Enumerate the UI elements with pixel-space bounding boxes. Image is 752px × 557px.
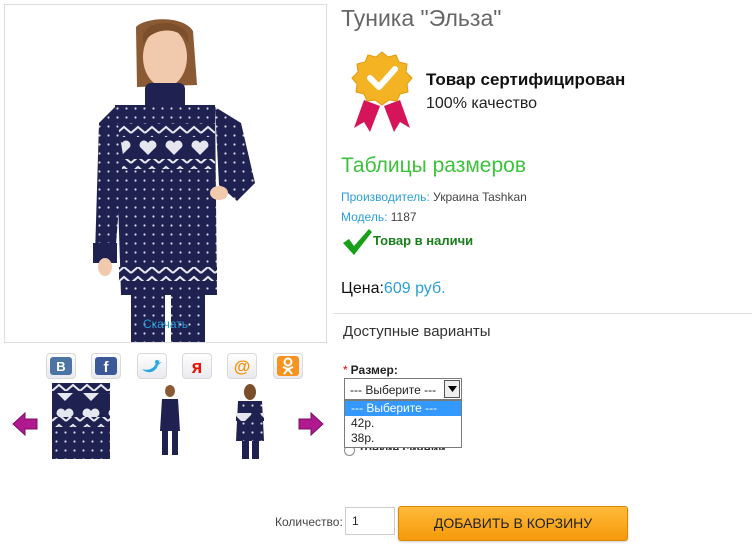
facebook-icon: f (95, 357, 117, 375)
in-stock-checkmark-icon (343, 229, 372, 255)
download-link[interactable]: Скачать (5, 317, 326, 331)
size-option[interactable]: 38р. (345, 431, 461, 446)
size-label: * Размер: (343, 363, 398, 377)
quantity-label: Количество: (275, 515, 343, 529)
mail-ru-icon: @ (234, 357, 251, 376)
thumbnail-2[interactable] (150, 383, 190, 459)
model-line: Модель: 1187 (341, 210, 417, 224)
vk-icon: В (50, 357, 72, 375)
size-dropdown-list: --- Выберите --- 42р. 38р. (344, 400, 462, 448)
model-label: Модель: (341, 210, 388, 224)
girl-in-sweater-photo (93, 19, 255, 342)
facebook-share-button[interactable]: f (91, 353, 121, 379)
dropdown-arrow-icon (447, 386, 457, 392)
certificate-subtitle: 100% качество (426, 95, 538, 112)
size-table-link[interactable]: Таблицы размеров (341, 154, 526, 178)
required-mark: * (343, 363, 348, 377)
girl-full-length-thumbnail (150, 383, 190, 459)
sweater-pattern-thumbnail (52, 383, 110, 459)
size-option[interactable]: 42р. (345, 416, 461, 431)
product-title: Туника "Эльза" (341, 5, 502, 31)
manufacturer-line: Производитель: Украина Tashkan (341, 190, 527, 204)
thumbnail-prev-arrow-icon[interactable] (12, 411, 38, 437)
thumbnail-1[interactable] (52, 383, 110, 459)
quantity-input[interactable] (345, 507, 395, 535)
divider (333, 313, 752, 314)
add-to-cart-button[interactable]: ДОБАВИТЬ В КОРЗИНУ (398, 506, 628, 541)
model-value: 1187 (390, 210, 417, 224)
odnoklassniki-icon (277, 356, 299, 376)
size-option[interactable]: --- Выберите --- (345, 401, 461, 416)
thumbnail-next-arrow-icon[interactable] (298, 411, 324, 437)
variants-heading: Доступные варианты (343, 323, 491, 340)
stock-status: Товар в наличи (373, 233, 474, 248)
size-label-text: Размер: (350, 363, 398, 377)
odnoklassniki-share-button[interactable] (273, 353, 303, 379)
vk-share-button[interactable]: В (46, 353, 76, 379)
manufacturer-label[interactable]: Производитель: (341, 190, 430, 204)
price-value: 609 руб. (383, 280, 446, 297)
svg-text:@: @ (234, 357, 251, 376)
yandex-share-button[interactable]: я (182, 353, 212, 379)
select-arrow-button[interactable] (444, 380, 460, 398)
thumbnail-3[interactable] (230, 383, 270, 459)
certified-badge-icon (351, 51, 413, 132)
twitter-share-button[interactable] (137, 353, 167, 379)
size-select-value: --- Выберите --- (350, 383, 437, 397)
svg-text:В: В (56, 359, 65, 374)
price-label: Цена: (341, 280, 384, 297)
product-main-image[interactable]: Скачать (4, 4, 327, 343)
certificate-title: Товар сертифицирован (426, 70, 626, 89)
mail-ru-share-button[interactable]: @ (227, 353, 257, 379)
svg-text:я: я (191, 357, 203, 376)
price: Цена:609 руб. (341, 280, 446, 298)
manufacturer-value: Украина Tashkan (433, 190, 527, 204)
yandex-icon: я (191, 357, 203, 376)
girl-back-view-thumbnail (230, 383, 270, 459)
twitter-icon (142, 360, 162, 373)
size-select[interactable]: --- Выберите --- (344, 378, 462, 400)
